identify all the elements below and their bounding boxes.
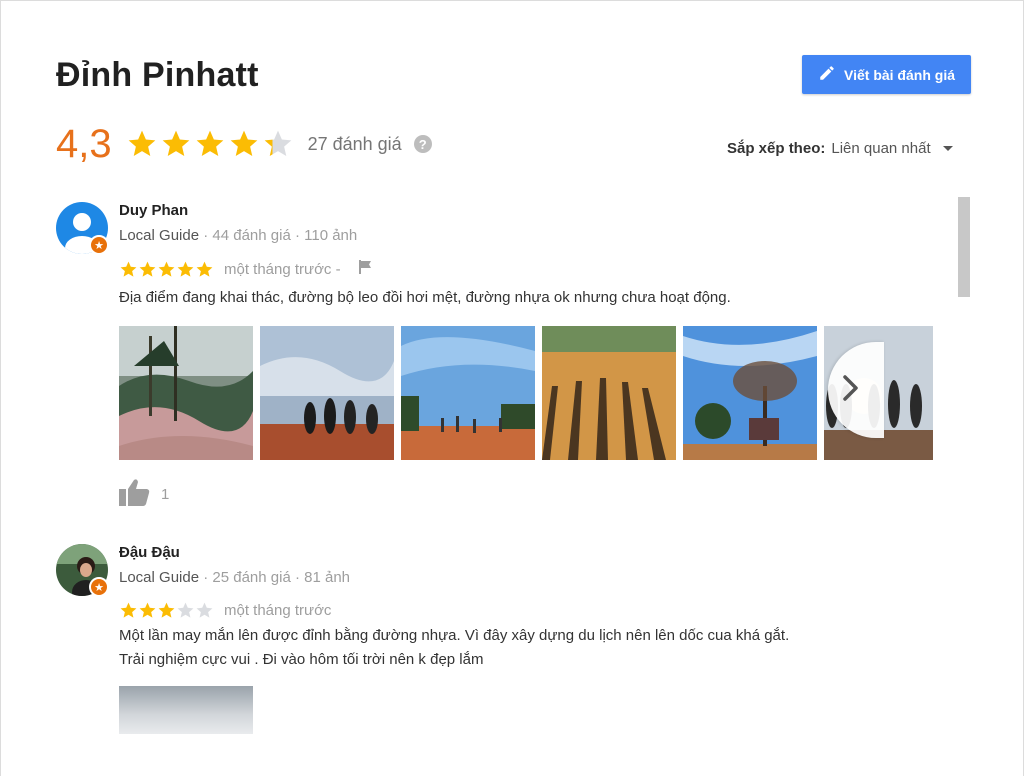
star-icon [177, 261, 194, 277]
star-icon [264, 130, 291, 156]
review-rating-row: một tháng trước - [119, 259, 373, 280]
average-rating: 4,3 [56, 121, 112, 166]
review-time: một tháng trước - [224, 261, 341, 278]
local-guide-badge-icon: ★ [89, 235, 109, 255]
review-card: ★ Đậu Đậu Local Guide · 25 đánh giá · 81… [56, 544, 956, 744]
thumbs-up-icon[interactable] [119, 478, 151, 510]
review-card: ★ Duy Phan Local Guide · 44 đánh giá · 1… [56, 202, 956, 506]
local-guide-label: Local Guide [119, 227, 200, 244]
write-review-button[interactable]: Viết bài đánh giá [802, 55, 971, 94]
review-photo[interactable] [401, 326, 535, 460]
local-guide-badge-icon: ★ [89, 577, 109, 597]
caret-down-icon [942, 146, 953, 151]
review-stars [119, 601, 214, 620]
star-icon [139, 261, 156, 277]
star-icon [230, 130, 257, 156]
star-icon [158, 602, 175, 618]
star-icon [120, 261, 137, 277]
reviewer-meta: Local Guide · 44 đánh giá · 110 ảnh [119, 227, 357, 244]
review-text: Một lần may mắn lên được đỉnh bằng đường… [119, 624, 789, 672]
review-text-line: Trải nghiệm cực vui . Đi vào hôm tối trờ… [119, 651, 484, 668]
review-photo[interactable] [260, 326, 394, 460]
star-icon [162, 130, 189, 156]
help-icon[interactable]: ? [413, 135, 432, 153]
review-photo[interactable] [119, 326, 253, 460]
pencil-icon [818, 64, 836, 85]
star-icon [196, 261, 213, 277]
like-control[interactable]: 1 [119, 478, 169, 510]
reviewer-stats: · 25 đánh giá · 81 ảnh [199, 569, 351, 586]
local-guide-label: Local Guide [119, 569, 200, 586]
like-count: 1 [161, 485, 170, 503]
star-icon [177, 602, 194, 618]
sort-dropdown[interactable]: Sắp xếp theo: Liên quan nhất [727, 140, 953, 157]
sort-label: Sắp xếp theo: [727, 140, 826, 157]
review-photo[interactable] [542, 326, 676, 460]
photo-strip [119, 326, 933, 460]
reviewer-stats: · 44 đánh giá · 110 ảnh [199, 227, 358, 244]
average-rating-stars [126, 128, 294, 160]
star-icon [196, 130, 223, 156]
review-text-line: Một lần may mắn lên được đỉnh bằng đường… [119, 627, 790, 644]
reviews-count[interactable]: 27 đánh giá [308, 134, 402, 155]
review-rating-row: một tháng trước [119, 601, 331, 620]
star-icon [158, 261, 175, 277]
scrollbar-thumb[interactable] [958, 197, 970, 297]
review-stars [119, 260, 214, 279]
write-review-label: Viết bài đánh giá [844, 66, 955, 83]
reviewer-name[interactable]: Đậu Đậu [119, 544, 180, 561]
star-icon [128, 130, 155, 156]
star-icon [139, 602, 156, 618]
review-text: Địa điểm đang khai thác, đường bộ leo đồ… [119, 286, 731, 310]
review-photo[interactable] [119, 686, 253, 734]
place-title: Đỉnh Pinhatt [56, 56, 259, 94]
star-icon [120, 602, 137, 618]
chevron-right-icon [842, 374, 860, 407]
review-photo[interactable] [683, 326, 817, 460]
star-icon [196, 602, 213, 618]
review-time: một tháng trước [224, 602, 332, 619]
rating-summary: 4,3 27 đánh giá ? [56, 122, 432, 166]
reviewer-name[interactable]: Duy Phan [119, 202, 188, 219]
reviewer-meta: Local Guide · 25 đánh giá · 81 ảnh [119, 569, 350, 586]
review-text-line: Địa điểm đang khai thác, đường bộ leo đồ… [119, 289, 731, 306]
flag-icon[interactable] [357, 259, 373, 280]
sort-value: Liên quan nhất [831, 140, 931, 157]
